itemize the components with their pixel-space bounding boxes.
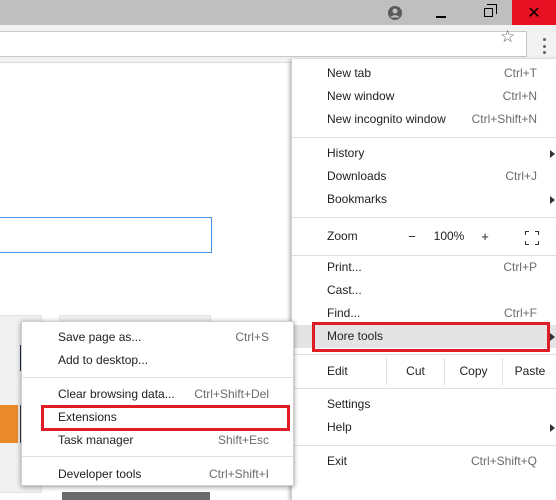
- thumbnail-image: [62, 492, 210, 500]
- zoom-row: Zoom − 100% +: [292, 224, 556, 251]
- menu-item-label: New tab: [327, 66, 372, 80]
- menu-item-downloads[interactable]: Downloads Ctrl+J: [292, 165, 556, 188]
- more-tools-submenu: Save page as... Ctrl+S Add to desktop...…: [21, 321, 294, 486]
- title-bar: ✕: [0, 0, 556, 25]
- copy-button[interactable]: Copy: [444, 358, 502, 385]
- submenu-arrow-icon: [550, 150, 555, 158]
- menu-separator: [292, 388, 556, 389]
- menu-item-shortcut: Ctrl+N: [502, 89, 537, 103]
- zoom-in-button[interactable]: +: [475, 227, 495, 247]
- menu-item-help[interactable]: Help: [292, 416, 556, 439]
- submenu-item-add-to-desktop[interactable]: Add to desktop...: [22, 349, 293, 372]
- menu-item-label: Cast...: [327, 283, 362, 297]
- submenu-item-extensions[interactable]: Extensions: [22, 406, 293, 429]
- restore-icon: [483, 4, 497, 17]
- menu-item-settings[interactable]: Settings: [292, 393, 556, 416]
- three-dots-vertical-icon[interactable]: [536, 35, 552, 57]
- menu-item-label: Find...: [327, 306, 361, 320]
- edit-label: Edit: [327, 364, 348, 378]
- menu-item-label: Print...: [327, 260, 362, 274]
- menu-item-label: Add to desktop...: [58, 353, 149, 367]
- zoom-label: Zoom: [327, 229, 358, 243]
- submenu-arrow-icon: [550, 196, 555, 204]
- menu-item-new-incognito-window[interactable]: New incognito window Ctrl+Shift+N: [292, 108, 556, 131]
- menu-item-label: Save page as...: [58, 330, 142, 344]
- submenu-item-clear-browsing-data[interactable]: Clear browsing data... Ctrl+Shift+Del: [22, 383, 293, 406]
- menu-item-shortcut: Shift+Esc: [217, 433, 269, 447]
- menu-item-new-window[interactable]: New window Ctrl+N: [292, 85, 556, 108]
- menu-separator: [292, 445, 556, 446]
- menu-item-label: History: [327, 146, 365, 160]
- menu-item-find[interactable]: Find... Ctrl+F: [292, 302, 556, 325]
- menu-item-more-tools[interactable]: More tools: [292, 325, 556, 348]
- menu-separator: [22, 456, 293, 457]
- close-button[interactable]: ✕: [512, 0, 556, 25]
- submenu-item-task-manager[interactable]: Task manager Shift+Esc: [22, 429, 293, 452]
- account-circle-icon[interactable]: [386, 4, 404, 22]
- minimize-icon: [436, 15, 446, 18]
- menu-separator: [22, 377, 293, 378]
- menu-separator: [292, 354, 556, 355]
- menu-item-bookmarks[interactable]: Bookmarks: [292, 188, 556, 211]
- menu-item-shortcut: Ctrl+P: [503, 260, 537, 274]
- submenu-item-developer-tools[interactable]: Developer tools Ctrl+Shift+I: [22, 463, 293, 486]
- menu-item-shortcut: Ctrl+S: [235, 330, 269, 344]
- menu-item-label: Settings: [327, 397, 371, 411]
- cut-button[interactable]: Cut: [386, 358, 444, 385]
- menu-item-label: Task manager: [58, 433, 134, 447]
- menu-separator: [292, 217, 556, 218]
- edit-row: Edit Cut Copy Paste: [292, 358, 556, 385]
- menu-item-label: Help: [327, 420, 352, 434]
- submenu-item-save-page-as[interactable]: Save page as... Ctrl+S: [22, 326, 293, 349]
- menu-item-shortcut: Ctrl+Shift+I: [208, 467, 269, 481]
- chrome-main-menu: New tab Ctrl+T New window Ctrl+N New inc…: [291, 59, 556, 500]
- menu-item-print[interactable]: Print... Ctrl+P: [292, 256, 556, 279]
- fullscreen-icon[interactable]: [525, 231, 539, 245]
- star-icon[interactable]: ☆: [500, 29, 515, 46]
- menu-item-label: New window: [327, 89, 395, 103]
- zoom-out-button[interactable]: −: [402, 227, 422, 247]
- submenu-arrow-icon: [550, 333, 555, 341]
- menu-item-label: Extensions: [58, 410, 117, 424]
- browser-toolbar: [0, 25, 556, 63]
- restore-button[interactable]: [465, 0, 511, 25]
- menu-item-exit[interactable]: Exit Ctrl+Shift+Q: [292, 450, 556, 473]
- menu-item-shortcut: Ctrl+F: [504, 306, 537, 320]
- menu-item-cast[interactable]: Cast...: [292, 279, 556, 302]
- menu-item-label: New incognito window: [327, 112, 446, 126]
- menu-item-label: Clear browsing data...: [58, 387, 175, 401]
- menu-item-label: Exit: [327, 454, 348, 468]
- address-bar[interactable]: [0, 31, 527, 57]
- menu-item-label: More tools: [327, 329, 384, 343]
- menu-separator: [292, 137, 556, 138]
- menu-item-shortcut: Ctrl+Shift+Q: [470, 454, 537, 468]
- menu-item-label: Bookmarks: [327, 192, 388, 206]
- submenu-arrow-icon: [550, 424, 555, 432]
- thumbnail-image: [0, 405, 18, 443]
- paste-button[interactable]: Paste: [502, 358, 556, 385]
- minimize-button[interactable]: [418, 0, 464, 25]
- menu-item-shortcut: Ctrl+T: [504, 66, 537, 80]
- menu-item-shortcut: Ctrl+J: [505, 169, 537, 183]
- menu-item-history[interactable]: History: [292, 142, 556, 165]
- menu-item-shortcut: Ctrl+Shift+Del: [194, 387, 269, 401]
- zoom-level: 100%: [433, 229, 465, 243]
- close-icon: ✕: [527, 2, 541, 22]
- menu-item-label: Developer tools: [58, 467, 142, 481]
- menu-item-shortcut: Ctrl+Shift+N: [471, 112, 537, 126]
- page-search-box[interactable]: [0, 217, 212, 253]
- menu-item-new-tab[interactable]: New tab Ctrl+T: [292, 62, 556, 85]
- menu-item-label: Downloads: [327, 169, 387, 183]
